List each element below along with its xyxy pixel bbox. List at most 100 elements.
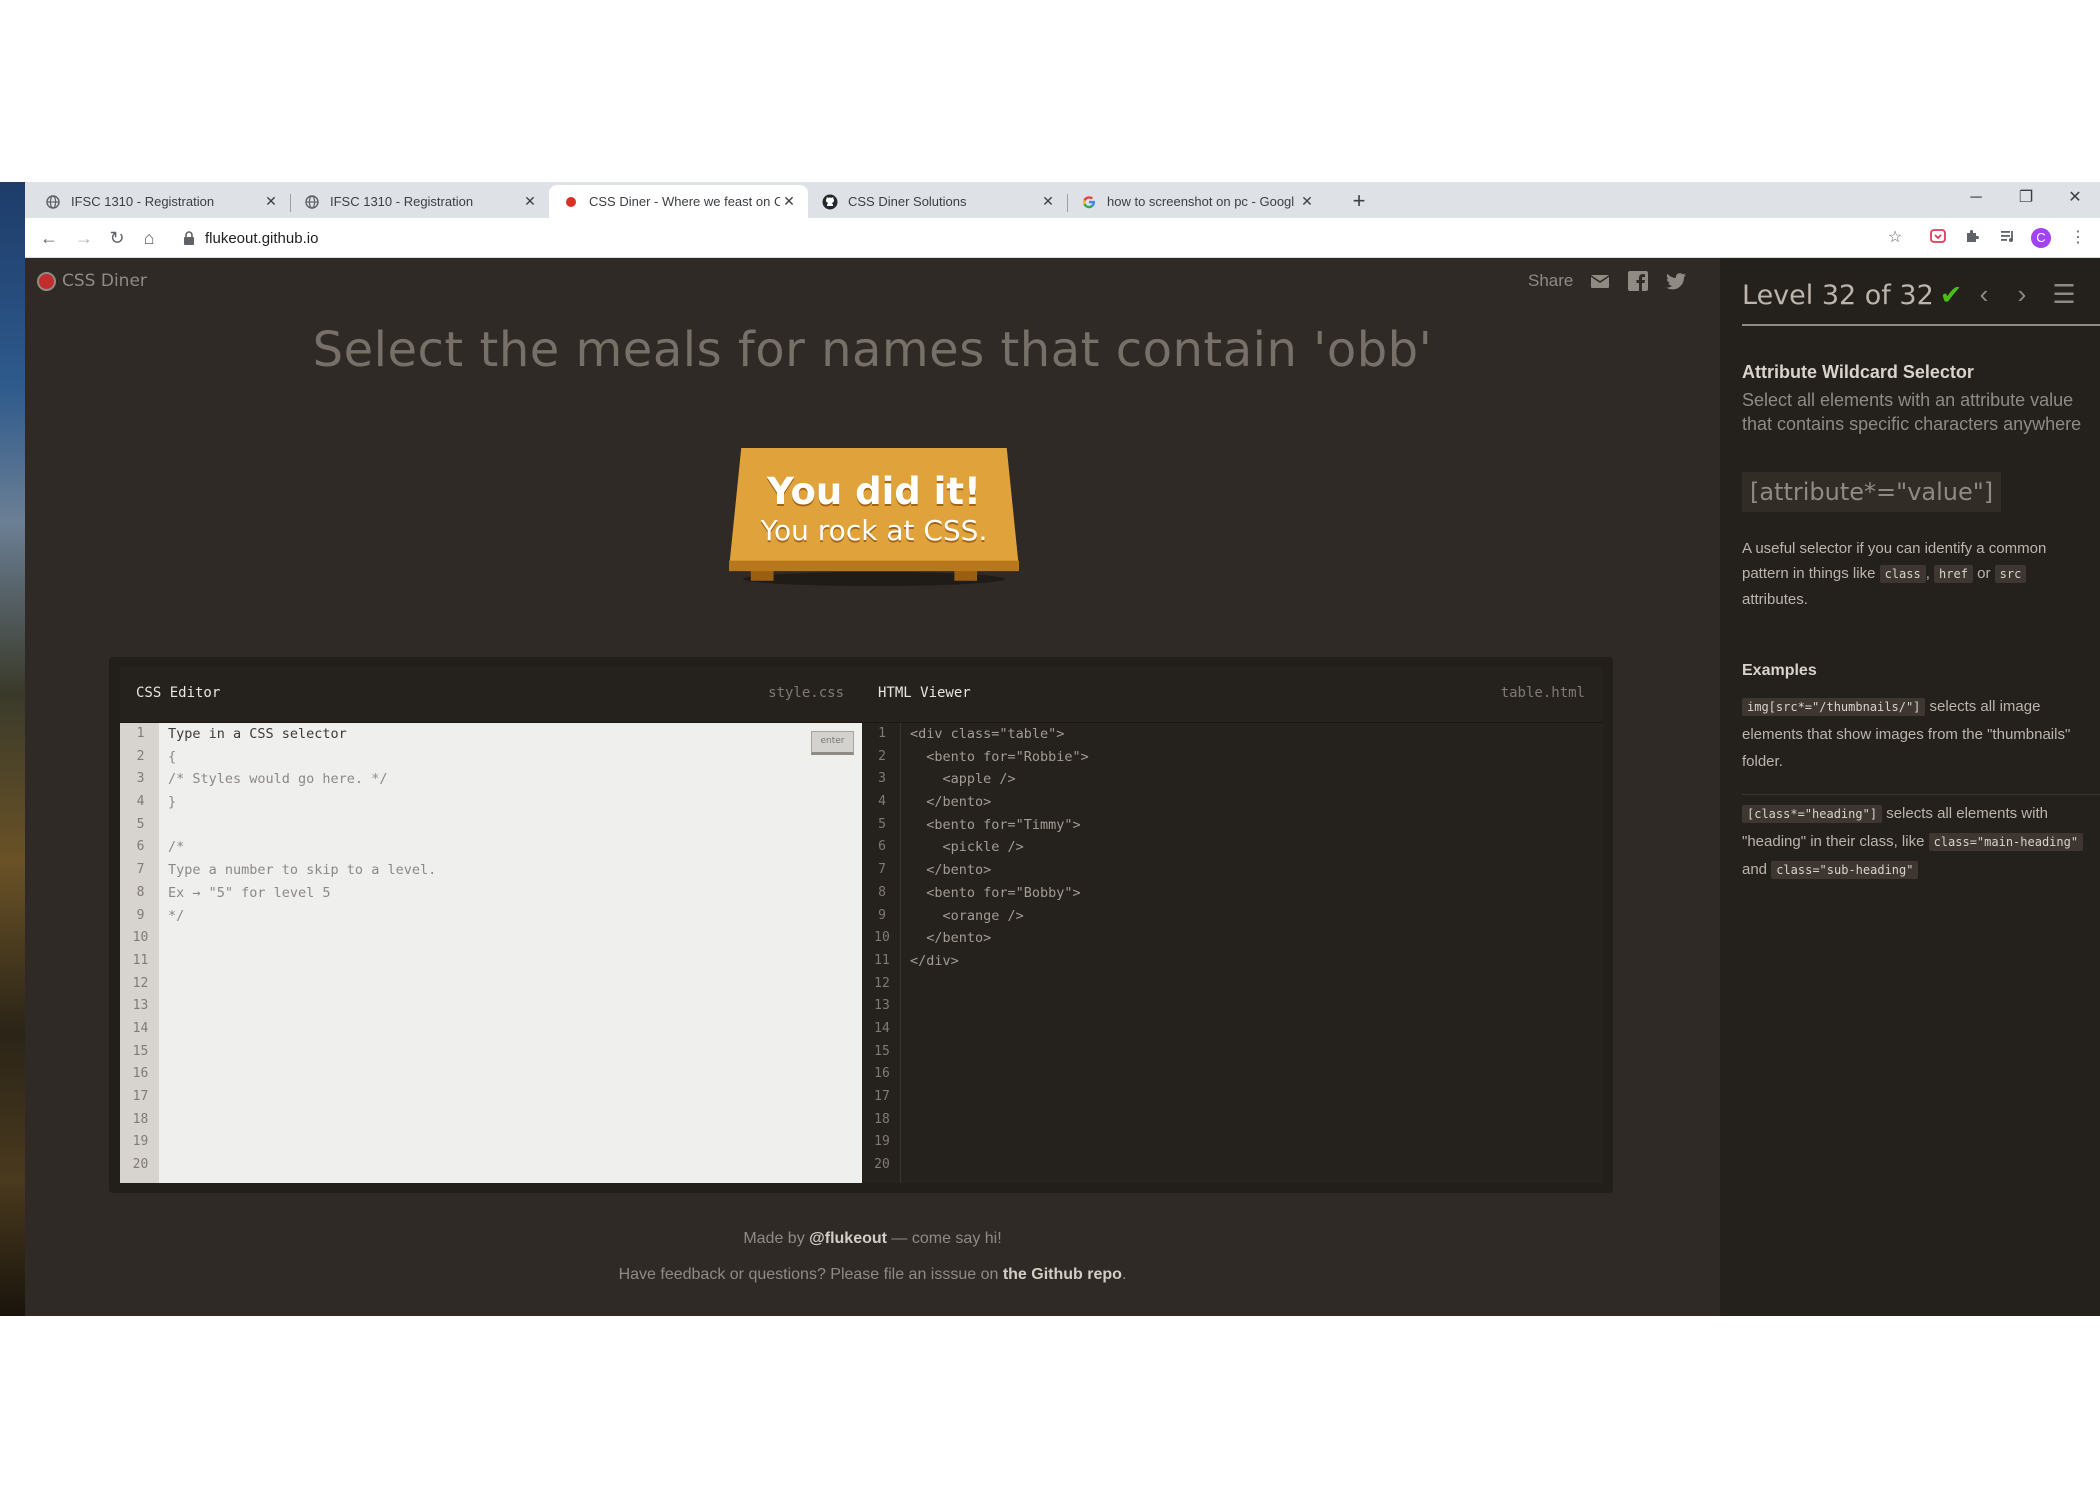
line-number: 9 <box>136 907 145 923</box>
profile-avatar[interactable]: C <box>2031 228 2051 248</box>
tab-ifsc-registration-1[interactable]: IFSC 1310 - Registration ✕ <box>31 185 290 218</box>
code-line: </bento> <box>910 862 992 879</box>
html-viewer-header: HTML Viewer table.html <box>862 667 1603 723</box>
example-code: [class*="heading"] <box>1742 805 1883 823</box>
tab-title: IFSC 1310 - Registration <box>330 194 474 209</box>
level-indicator: Level 32 of 32 ✔ <box>1742 280 1962 311</box>
screenshot: IFSC 1310 - Registration ✕ IFSC 1310 - R… <box>0 0 2100 1500</box>
footer-credit-prefix: Made by <box>743 1230 810 1247</box>
line-number: 18 <box>132 1111 149 1127</box>
globe-icon <box>304 194 320 210</box>
tab-ifsc-registration-2[interactable]: IFSC 1310 - Registration ✕ <box>290 185 549 218</box>
tab-close-icon[interactable]: ✕ <box>1298 193 1316 210</box>
level-progress-bar <box>1742 324 2100 326</box>
code-line: <bento for="Bobby"> <box>910 884 1081 901</box>
home-button[interactable]: ⌂ <box>135 224 163 252</box>
hint-text: or <box>1972 565 1995 582</box>
example-code: class="sub-heading" <box>1771 861 1919 879</box>
code-line: <bento for="Timmy"> <box>910 816 1081 833</box>
share-label: Share <box>1528 271 1574 290</box>
line-number: 14 <box>132 1020 149 1036</box>
forward-button[interactable]: → <box>70 224 98 252</box>
line-number: 19 <box>874 1134 890 1150</box>
address-bar[interactable]: flukeout.github.io <box>183 222 2013 254</box>
pocket-extension-icon[interactable] <box>1928 228 1948 248</box>
tab-css-diner-solutions[interactable]: CSS Diner Solutions ✕ <box>808 185 1067 218</box>
code-line: { <box>168 748 177 765</box>
extensions-puzzle-icon[interactable] <box>1962 228 1982 248</box>
previous-level-button[interactable]: ‹ <box>1970 278 1998 310</box>
email-icon[interactable] <box>1589 270 1611 292</box>
bookmark-star-icon[interactable]: ☆ <box>1885 228 1905 248</box>
line-number: 2 <box>136 748 145 764</box>
css-diner-page: CSS Diner Share Select the meals for nam… <box>25 258 2100 1316</box>
css-diner-icon <box>563 194 579 210</box>
code-line: <pickle /> <box>910 839 1024 856</box>
code-line: /* <box>168 839 185 856</box>
line-number: 16 <box>132 1066 149 1082</box>
tab-css-diner[interactable]: CSS Diner - Where we feast on C ✕ <box>549 185 808 218</box>
line-number: 8 <box>136 884 145 900</box>
code-line: <apple /> <box>910 771 1016 788</box>
media-queue-icon[interactable] <box>1998 228 2018 248</box>
hint-text: , <box>1925 565 1935 582</box>
line-number: 5 <box>878 816 886 832</box>
desktop-wallpaper <box>0 182 25 1316</box>
line-number: 1 <box>878 726 886 741</box>
tab-close-icon[interactable]: ✕ <box>780 193 798 210</box>
line-number: 17 <box>132 1089 149 1104</box>
next-level-button[interactable]: › <box>2008 278 2036 310</box>
facebook-icon[interactable] <box>1627 270 1649 292</box>
footer-feedback: Have feedback or questions? Please file … <box>25 1266 1720 1284</box>
example-text: and <box>1742 861 1772 878</box>
new-tab-button[interactable]: + <box>1345 187 1373 215</box>
close-window-button[interactable]: ✕ <box>2052 182 2098 214</box>
line-number: 14 <box>874 1020 890 1036</box>
minimize-button[interactable]: ─ <box>1953 182 1999 214</box>
tab-close-icon[interactable]: ✕ <box>521 193 539 210</box>
line-number: 7 <box>878 862 886 878</box>
browser-toolbar: ← → ↻ ⌂ flukeout.github.io ☆ C ⋮ <box>25 218 2100 258</box>
flukeout-link[interactable]: @flukeout <box>809 1230 887 1247</box>
line-number: 7 <box>136 862 145 878</box>
level-menu-icon[interactable]: ☰ <box>2050 278 2078 310</box>
menu-kebab-icon[interactable]: ⋮ <box>2068 228 2088 248</box>
line-number: 6 <box>136 839 145 855</box>
code-line: <div class="table"> <box>910 726 1065 742</box>
restore-button[interactable]: ❐ <box>2003 182 2049 214</box>
enter-button[interactable]: enter <box>811 731 854 755</box>
level-sidebar: Level 32 of 32 ✔ ‹ › ☰ Attribute Wildcard… <box>1720 258 2100 1316</box>
plate-subtitle: You rock at CSS. <box>760 514 988 547</box>
logo[interactable]: CSS Diner <box>37 271 147 291</box>
line-number: 5 <box>136 816 145 832</box>
code-line: */ <box>168 907 185 924</box>
code-line: </bento> <box>910 930 992 947</box>
html-viewer: HTML Viewer table.html 1 2 3 4 5 6 7 8 9 10 11 12 13… <box>862 667 1603 1183</box>
selector-description: Select all elements with an attribute va… <box>1742 390 2082 434</box>
example-divider <box>1742 794 2100 795</box>
css-input-field[interactable]: Type in a CSS selector {/* Styles would g… <box>168 723 862 1183</box>
tab-close-icon[interactable]: ✕ <box>262 193 280 210</box>
tab-title: CSS Diner Solutions <box>848 194 967 209</box>
checkmark-icon: ✔ <box>1939 280 1963 311</box>
html-code: <div class="table"> <bento for="Robbie">… <box>910 723 1603 1183</box>
line-number: 4 <box>878 794 886 810</box>
selector-name: Attribute Wildcard Selector <box>1742 362 1974 382</box>
tab-google-search[interactable]: how to screenshot on pc - Googl ✕ <box>1067 185 1326 218</box>
back-button[interactable]: ← <box>35 224 63 252</box>
github-icon <box>822 194 838 210</box>
line-number: 13 <box>132 998 149 1014</box>
line-number: 12 <box>132 975 149 991</box>
twitter-icon[interactable] <box>1665 270 1687 292</box>
reload-button[interactable]: ↻ <box>103 224 131 252</box>
github-repo-link[interactable]: the Github repo <box>1003 1266 1122 1283</box>
tab-close-icon[interactable]: ✕ <box>1039 193 1057 210</box>
html-line-numbers: 1 2 3 4 5 6 7 8 9 10 11 12 13 14 15 16 17 18 19 20 <box>862 723 901 1183</box>
